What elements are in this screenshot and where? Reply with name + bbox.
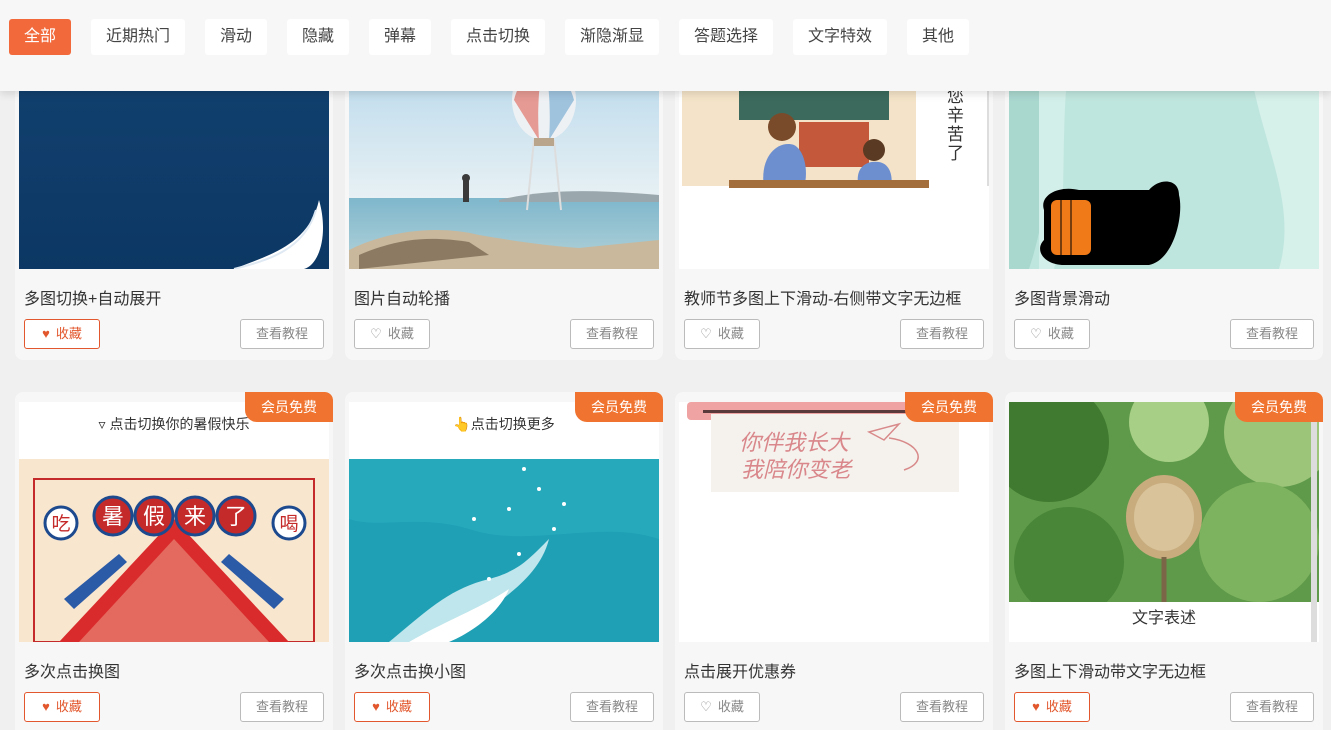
vip-free-badge: 会员免费: [575, 392, 663, 422]
card-title: 多图切换+自动展开: [24, 291, 162, 308]
card-title: 教师节多图上下滑动-右侧带文字无边框: [684, 291, 962, 308]
favorite-button[interactable]: ♡ 收藏: [684, 692, 760, 722]
handwriting-line: 你伴我长大: [739, 431, 851, 456]
card-title: 点击展开优惠券: [684, 664, 797, 681]
heart-icon: ♥: [372, 699, 380, 714]
template-card[interactable]: 多图背景滑动 ♡ 收藏 查看教程: [1005, 60, 1323, 360]
favorite-button[interactable]: ♡ 收藏: [1014, 319, 1090, 349]
card-thumbnail[interactable]: [19, 60, 329, 269]
view-tutorial-button[interactable]: 查看教程: [900, 319, 984, 349]
template-card[interactable]: 会员免费 你伴我长大 我陪你变老 点击展开优惠券 ♡ 收藏 查看教程: [675, 392, 993, 730]
favorite-button[interactable]: ♥ 收藏: [24, 692, 100, 722]
balloon-beach-image: [349, 60, 659, 269]
view-tutorial-button[interactable]: 查看教程: [240, 319, 324, 349]
filter-hide[interactable]: 隐藏: [287, 19, 349, 55]
template-card[interactable]: 您辛苦了 教师节多图上下滑动-右侧带文字无边框 ♡ 收藏 查看教程: [675, 60, 993, 360]
poster-char: 喝: [279, 513, 298, 535]
card-thumbnail[interactable]: [349, 60, 659, 269]
template-card[interactable]: 会员免费 ▿ 点击切换你的暑假快乐 吃 暑 假 来 了 喝 多次点击换图 ♥ 收藏…: [15, 392, 333, 730]
vip-free-badge: 会员免费: [245, 392, 333, 422]
poster-char: 暑: [102, 505, 124, 530]
view-tutorial-button[interactable]: 查看教程: [900, 692, 984, 722]
card-thumbnail[interactable]: 您辛苦了: [679, 60, 989, 269]
ocean-aerial-image: [349, 459, 659, 642]
night-moon-image: [19, 60, 329, 269]
filter-barrage[interactable]: 弹幕: [369, 19, 431, 55]
category-filter-bar: 全部 近期热门 滑动 隐藏 弹幕 点击切换 渐隐渐显 答题选择 文字特效 其他: [0, 0, 1331, 91]
side-vertical-text: 您辛苦了: [944, 87, 963, 163]
view-tutorial-button[interactable]: 查看教程: [1230, 692, 1314, 722]
card-thumbnail[interactable]: ▿ 点击切换你的暑假快乐 吃 暑 假 来 了 喝: [19, 402, 329, 642]
favorite-button[interactable]: ♡ 收藏: [354, 319, 430, 349]
poster-char: 来: [184, 505, 206, 530]
filter-slide[interactable]: 滑动: [205, 19, 267, 55]
leaf-fan-image: [1009, 402, 1319, 602]
heart-icon: ♥: [42, 326, 50, 341]
handwriting-line: 我陪你变老: [741, 458, 854, 483]
poster-char: 假: [143, 505, 165, 530]
heart-icon: ♥: [42, 699, 50, 714]
poster-char: 了: [225, 505, 247, 530]
heart-icon: ♥: [1032, 699, 1040, 714]
filter-other[interactable]: 其他: [907, 19, 969, 55]
filter-fade[interactable]: 渐隐渐显: [565, 19, 659, 55]
card-thumbnail[interactable]: 👆点击切换更多: [349, 402, 659, 642]
favorite-button[interactable]: ♡ 收藏: [684, 319, 760, 349]
summer-poster-image: 吃 暑 假 来 了 喝: [19, 459, 329, 642]
card-thumbnail[interactable]: 文字表述: [1009, 402, 1319, 642]
poster-char: 吃: [51, 513, 70, 535]
vip-free-badge: 会员免费: [905, 392, 993, 422]
filter-text-effects[interactable]: 文字特效: [793, 19, 887, 55]
favorite-button[interactable]: ♥ 收藏: [1014, 692, 1090, 722]
mint-background-image: [1009, 60, 1319, 269]
view-tutorial-button[interactable]: 查看教程: [570, 319, 654, 349]
favorite-button[interactable]: ♥ 收藏: [24, 319, 100, 349]
filter-recent-hot[interactable]: 近期热门: [91, 19, 185, 55]
template-card[interactable]: 会员免费 文字表述 多图上下滑动带文字无边框 ♥ 收藏 查看教程: [1005, 392, 1323, 730]
view-tutorial-button[interactable]: 查看教程: [570, 692, 654, 722]
view-tutorial-button[interactable]: 查看教程: [240, 692, 324, 722]
heart-outline-icon: ♡: [700, 699, 712, 714]
vip-free-badge: 会员免费: [1235, 392, 1323, 422]
template-card[interactable]: 图片自动轮播 ♡ 收藏 查看教程: [345, 60, 663, 360]
card-title: 多图上下滑动带文字无边框: [1014, 664, 1207, 681]
card-title: 多次点击换小图: [354, 664, 467, 681]
view-tutorial-button[interactable]: 查看教程: [1230, 319, 1314, 349]
card-thumbnail[interactable]: 你伴我长大 我陪你变老: [679, 402, 989, 642]
favorite-button[interactable]: ♥ 收藏: [354, 692, 430, 722]
filter-all[interactable]: 全部: [9, 19, 71, 55]
template-card[interactable]: 会员免费 👆点击切换更多 多次点击换小图 ♥ 收藏 查看教程: [345, 392, 663, 730]
heart-outline-icon: ♡: [1030, 326, 1042, 341]
coupon-image: 你伴我长大 我陪你变老: [679, 402, 989, 642]
heart-outline-icon: ♡: [700, 326, 712, 341]
filter-click-switch[interactable]: 点击切换: [451, 19, 545, 55]
card-title: 多次点击换图: [24, 664, 121, 681]
thumbnail-caption: 文字表述: [1131, 610, 1196, 627]
filter-quiz[interactable]: 答题选择: [679, 19, 773, 55]
card-title: 图片自动轮播: [354, 291, 451, 308]
template-card[interactable]: 多图切换+自动展开 ♥ 收藏 查看教程: [15, 60, 333, 360]
heart-outline-icon: ♡: [370, 326, 382, 341]
card-thumbnail[interactable]: [1009, 60, 1319, 269]
card-title: 多图背景滑动: [1014, 291, 1111, 308]
